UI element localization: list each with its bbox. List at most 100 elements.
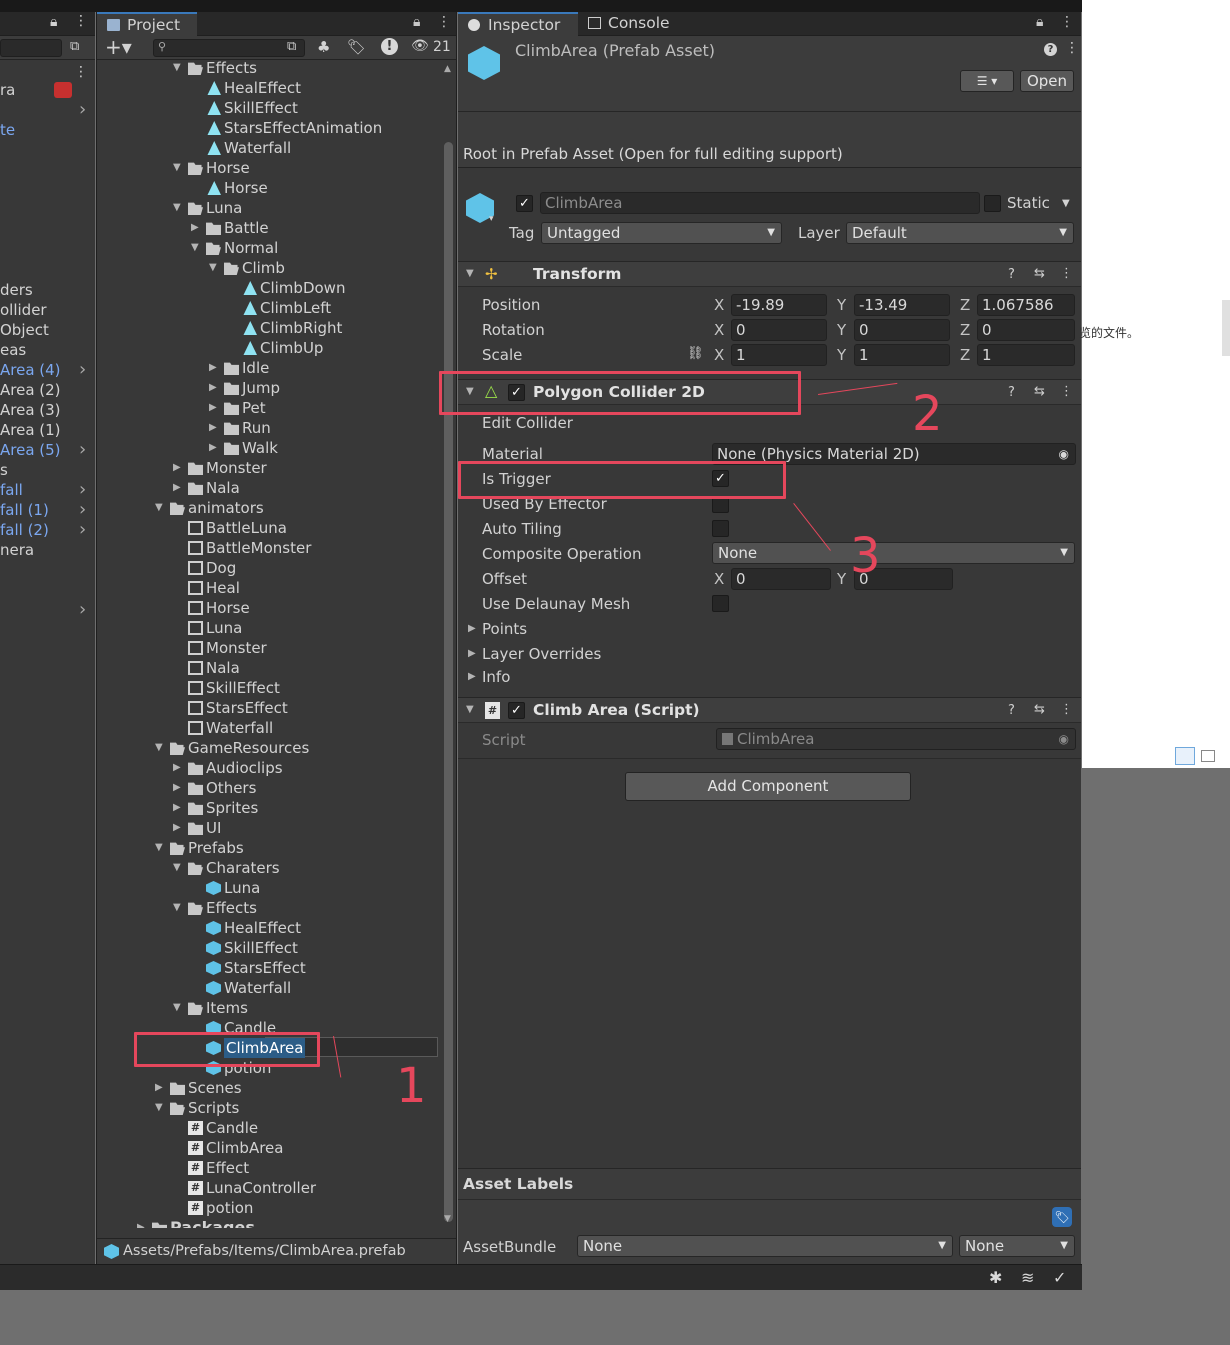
preset-icon[interactable]: ⇆: [1034, 384, 1045, 399]
tree-item[interactable]: HealEffect: [97, 78, 442, 98]
chevron-right-icon[interactable]: ▶: [137, 1218, 147, 1228]
tree-item[interactable]: ▼ Items: [97, 998, 442, 1018]
hierarchy-row[interactable]: eas: [0, 340, 26, 360]
warning-filter-icon[interactable]: !: [381, 38, 398, 55]
lock-icon[interactable]: 🔒︎: [1036, 14, 1043, 30]
chevron-right-icon[interactable]: ▶: [468, 648, 476, 659]
tree-item[interactable]: Horse: [97, 598, 442, 618]
layers-icon[interactable]: ≋: [1021, 1268, 1034, 1287]
edit-collider-button[interactable]: Edit Collider: [482, 414, 573, 432]
kebab-menu-icon[interactable]: ⋮: [1060, 266, 1073, 281]
chevron-right-icon[interactable]: ▶: [173, 758, 183, 778]
tree-item[interactable]: # Effect: [97, 1158, 442, 1178]
chevron-right-icon[interactable]: ▶: [468, 623, 476, 634]
preset-icon[interactable]: ⇆: [1034, 702, 1045, 717]
tree-item[interactable]: SkillEffect: [97, 938, 442, 958]
tree-item[interactable]: ▼ GameResources: [97, 738, 442, 758]
climb-area-script-header[interactable]: ▼ # ✓ Climb Area (Script) ? ⇆ ⋮: [458, 697, 1081, 723]
chevron-right-icon[interactable]: ›: [79, 480, 86, 500]
tree-item[interactable]: StarsEffect: [97, 958, 442, 978]
tree-item[interactable]: Heal: [97, 578, 442, 598]
tree-item[interactable]: ▶ Scenes: [97, 1078, 442, 1098]
tree-item[interactable]: ▼ animators: [97, 498, 442, 518]
auto-tiling-checkbox[interactable]: [712, 520, 729, 537]
chevron-down-icon[interactable]: ▼: [155, 498, 165, 518]
tree-item[interactable]: ClimbRight: [97, 318, 442, 338]
offset-x-field[interactable]: 0: [731, 568, 831, 590]
project-search-input[interactable]: ⚲: [153, 39, 305, 57]
help-icon[interactable]: ?: [1008, 385, 1015, 400]
transform-scl-x-field[interactable]: 1: [731, 344, 827, 366]
kebab-menu-icon[interactable]: ⋮: [437, 14, 451, 30]
hierarchy-row[interactable]: ders: [0, 280, 33, 300]
lock-icon[interactable]: 🔒︎: [413, 14, 420, 30]
hidden-eye-icon[interactable]: 👁︎: [411, 38, 429, 54]
tab-console[interactable]: Console: [578, 12, 688, 36]
bug-icon[interactable]: ✱: [989, 1268, 1002, 1287]
assetbundle-dropdown[interactable]: None ▼: [577, 1235, 953, 1257]
kebab-menu-icon[interactable]: ⋮: [74, 13, 88, 29]
tree-item[interactable]: ▼ Effects: [97, 898, 442, 918]
prefab-overrides-dropdown[interactable]: ☰ ▾: [960, 70, 1014, 92]
chevron-down-icon[interactable]: ▼: [173, 60, 183, 78]
tab-inspector[interactable]: Inspector: [458, 12, 578, 36]
transform-rot-y-field[interactable]: 0: [854, 319, 950, 341]
tree-item[interactable]: ▶ Audioclips: [97, 758, 442, 778]
hierarchy-row[interactable]: te: [0, 120, 15, 140]
kebab-menu-icon[interactable]: ⋮: [1060, 702, 1073, 717]
tree-item[interactable]: ClimbUp: [97, 338, 442, 358]
project-scrollbar[interactable]: ▲ ▼: [442, 60, 456, 1228]
tree-item[interactable]: StarsEffect: [97, 698, 442, 718]
tree-item[interactable]: Monster: [97, 638, 442, 658]
view-mode-icon[interactable]: [1201, 750, 1215, 762]
hierarchy-row[interactable]: Area (1): [0, 420, 61, 440]
chevron-down-icon[interactable]: ▼: [173, 998, 183, 1018]
label-tag-icon[interactable]: 🏷︎: [347, 38, 366, 56]
chevron-right-icon[interactable]: ▶: [468, 671, 476, 682]
tree-item[interactable]: ▶ Idle: [97, 358, 442, 378]
static-dropdown-icon[interactable]: ▼: [1062, 198, 1070, 209]
tree-item[interactable]: ▶ Sprites: [97, 798, 442, 818]
tree-item[interactable]: ▶ Packages: [97, 1218, 442, 1228]
chevron-right-icon[interactable]: ›: [79, 520, 86, 540]
chevron-right-icon[interactable]: ›: [79, 100, 86, 120]
help-icon[interactable]: ?: [1008, 703, 1015, 718]
tree-item[interactable]: ▶ UI: [97, 818, 442, 838]
filter-by-type-icon[interactable]: ♣: [317, 38, 330, 56]
chevron-right-icon[interactable]: ›: [79, 500, 86, 520]
constrain-proportions-icon[interactable]: ⛓: [687, 346, 704, 361]
help-icon[interactable]: ?: [1008, 267, 1015, 282]
tree-item[interactable]: ▶ Monster: [97, 458, 442, 478]
assetbundle-variant-dropdown[interactable]: None ▼: [959, 1235, 1075, 1257]
chevron-right-icon[interactable]: ▶: [173, 778, 183, 798]
tree-item[interactable]: Horse: [97, 178, 442, 198]
tree-item[interactable]: StarsEffectAnimation: [97, 118, 442, 138]
kebab-menu-icon[interactable]: ⋮: [74, 64, 88, 80]
hierarchy-row[interactable]: ollider: [0, 300, 47, 320]
static-checkbox[interactable]: [984, 195, 1001, 212]
hierarchy-row[interactable]: Area (2): [0, 380, 61, 400]
tree-item[interactable]: Luna: [97, 878, 442, 898]
hierarchy-row[interactable]: fall ›: [0, 480, 86, 500]
tree-item[interactable]: ▶ Nala: [97, 478, 442, 498]
tree-item[interactable]: BattleMonster: [97, 538, 442, 558]
chevron-right-icon[interactable]: ▶: [173, 818, 183, 838]
chevron-right-icon[interactable]: ›: [79, 600, 86, 620]
composite-operation-dropdown[interactable]: None ▼: [712, 542, 1075, 564]
tree-item[interactable]: ▼ Horse: [97, 158, 442, 178]
chevron-right-icon[interactable]: ›: [79, 360, 86, 380]
chevron-down-icon[interactable]: ▼: [173, 858, 183, 878]
chevron-down-icon[interactable]: ▼: [155, 738, 165, 758]
tree-item[interactable]: ▼ Scripts: [97, 1098, 442, 1118]
tree-item[interactable]: ▶ Battle: [97, 218, 442, 238]
chevron-down-icon[interactable]: ▼: [155, 838, 165, 858]
scroll-down-icon[interactable]: ▼: [444, 1214, 451, 1224]
points-foldout[interactable]: Points: [482, 620, 527, 638]
scroll-thumb[interactable]: [444, 142, 453, 1222]
chevron-down-icon[interactable]: ▼: [209, 258, 219, 278]
tree-item[interactable]: # Candle: [97, 1118, 442, 1138]
kebab-menu-icon[interactable]: ⋮: [1065, 40, 1079, 56]
preset-icon[interactable]: ⇆: [1034, 266, 1045, 281]
tree-item[interactable]: Waterfall: [97, 718, 442, 738]
layer-overrides-foldout[interactable]: Layer Overrides: [482, 645, 601, 663]
